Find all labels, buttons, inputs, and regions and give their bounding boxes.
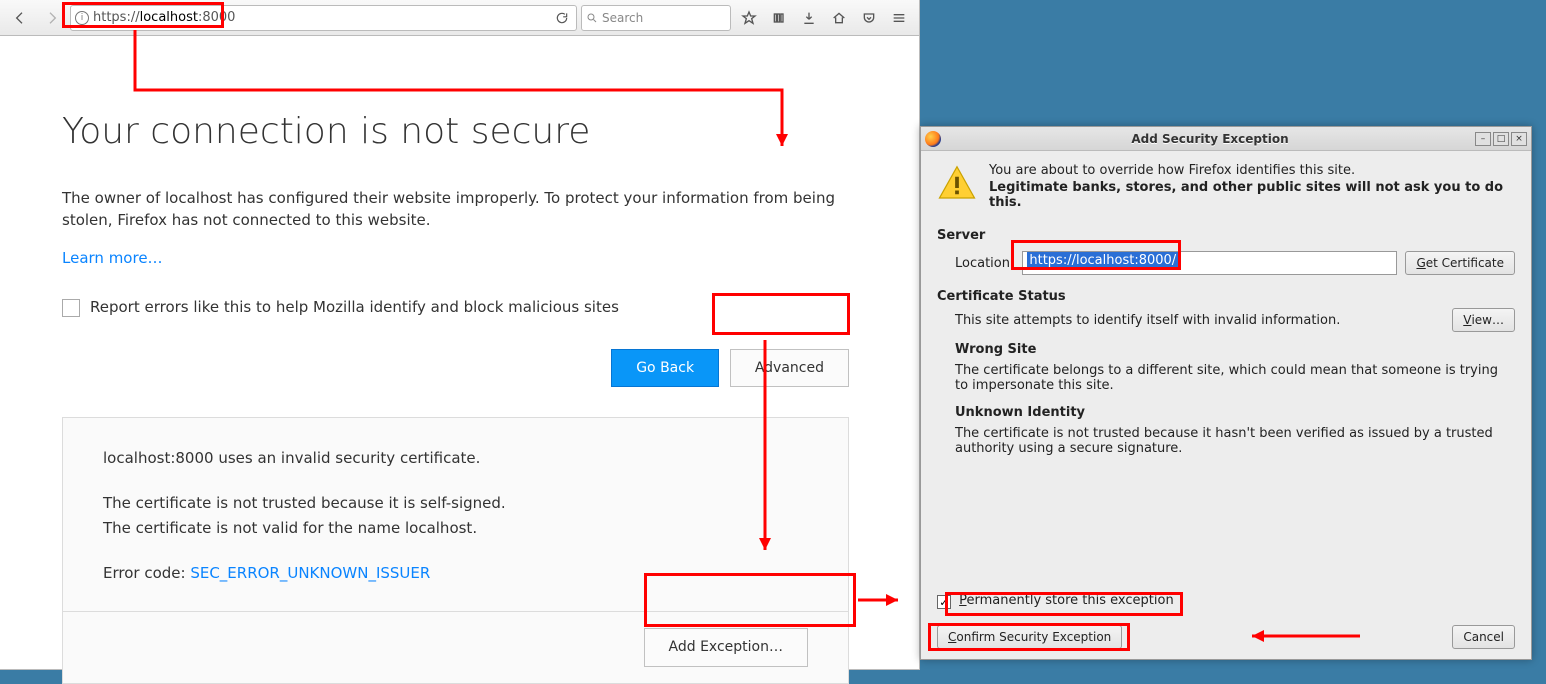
back-button[interactable] — [6, 4, 34, 32]
add-security-exception-dialog: Add Security Exception – □ × You are abo… — [920, 126, 1532, 660]
report-checkbox[interactable] — [62, 299, 80, 317]
view-certificate-button[interactable]: View… — [1452, 308, 1515, 332]
search-icon — [586, 12, 598, 24]
cert-status-heading: Certificate Status — [937, 289, 1515, 304]
adv-line1: localhost:8000 uses an invalid security … — [103, 448, 808, 470]
permanent-store-label[interactable]: Permanently store this exception — [959, 593, 1174, 608]
search-bar[interactable]: Search — [581, 5, 731, 31]
add-exception-button[interactable]: Add Exception… — [644, 628, 808, 666]
adv-line2: The certificate is not trusted because i… — [103, 493, 808, 515]
error-code-row: Error code: SEC_ERROR_UNKNOWN_ISSUER — [103, 563, 808, 585]
bookmark-star-icon[interactable] — [735, 4, 763, 32]
home-icon[interactable] — [825, 4, 853, 32]
location-label: Location: — [955, 256, 1014, 271]
error-body: The owner of localhost has configured th… — [62, 188, 852, 232]
browser-window: i https://localhost:8000 Search Your con… — [0, 0, 920, 670]
unknown-identity-text: The certificate is not trusted because i… — [955, 426, 1515, 456]
error-code-link[interactable]: SEC_ERROR_UNKNOWN_ISSUER — [190, 564, 430, 582]
forward-button[interactable] — [38, 4, 66, 32]
pocket-icon[interactable] — [855, 4, 883, 32]
confirm-security-exception-button[interactable]: Confirm Security Exception — [937, 625, 1122, 649]
window-maximize-button[interactable]: □ — [1493, 132, 1509, 146]
adv-line3: The certificate is not valid for the nam… — [103, 518, 808, 540]
window-close-button[interactable]: × — [1511, 132, 1527, 146]
menu-icon[interactable] — [885, 4, 913, 32]
location-value: https://localhost:8000/ — [1027, 252, 1178, 269]
unknown-identity-heading: Unknown Identity — [955, 405, 1515, 420]
override-text: You are about to override how Firefox id… — [989, 163, 1515, 178]
library-icon[interactable] — [765, 4, 793, 32]
cancel-button[interactable]: Cancel — [1452, 625, 1515, 649]
get-certificate-button[interactable]: Get Certificate — [1405, 251, 1515, 275]
firefox-icon — [925, 131, 941, 147]
dialog-titlebar[interactable]: Add Security Exception – □ × — [921, 127, 1531, 151]
cert-status-text: This site attempts to identify itself wi… — [955, 313, 1442, 328]
permanent-store-row: Permanently store this exception — [937, 593, 1515, 610]
wrong-site-heading: Wrong Site — [955, 342, 1515, 357]
url-text: https://localhost:8000 — [93, 10, 548, 25]
dialog-title: Add Security Exception — [947, 132, 1473, 146]
reload-button[interactable] — [552, 11, 572, 25]
report-label: Report errors like this to help Mozilla … — [90, 297, 619, 319]
wrong-site-text: The certificate belongs to a different s… — [955, 363, 1515, 393]
navigation-toolbar: i https://localhost:8000 Search — [0, 0, 919, 36]
warning-icon — [937, 163, 977, 203]
page-title: Your connection is not secure — [62, 106, 859, 158]
warn-bold-text: Legitimate banks, stores, and other publ… — [989, 180, 1515, 210]
go-back-button[interactable]: Go Back — [611, 349, 719, 387]
learn-more-link[interactable]: Learn more… — [62, 248, 163, 270]
site-info-icon[interactable]: i — [75, 11, 89, 25]
advanced-button[interactable]: Advanced — [730, 349, 849, 387]
location-input[interactable]: https://localhost:8000/ — [1022, 251, 1397, 275]
search-placeholder: Search — [602, 11, 643, 25]
advanced-panel: localhost:8000 uses an invalid security … — [62, 417, 849, 683]
server-heading: Server — [937, 228, 1515, 243]
window-minimize-button[interactable]: – — [1475, 132, 1491, 146]
url-bar[interactable]: i https://localhost:8000 — [70, 5, 577, 31]
downloads-icon[interactable] — [795, 4, 823, 32]
permanent-store-checkbox[interactable] — [937, 595, 951, 609]
error-page: Your connection is not secure The owner … — [0, 36, 919, 684]
